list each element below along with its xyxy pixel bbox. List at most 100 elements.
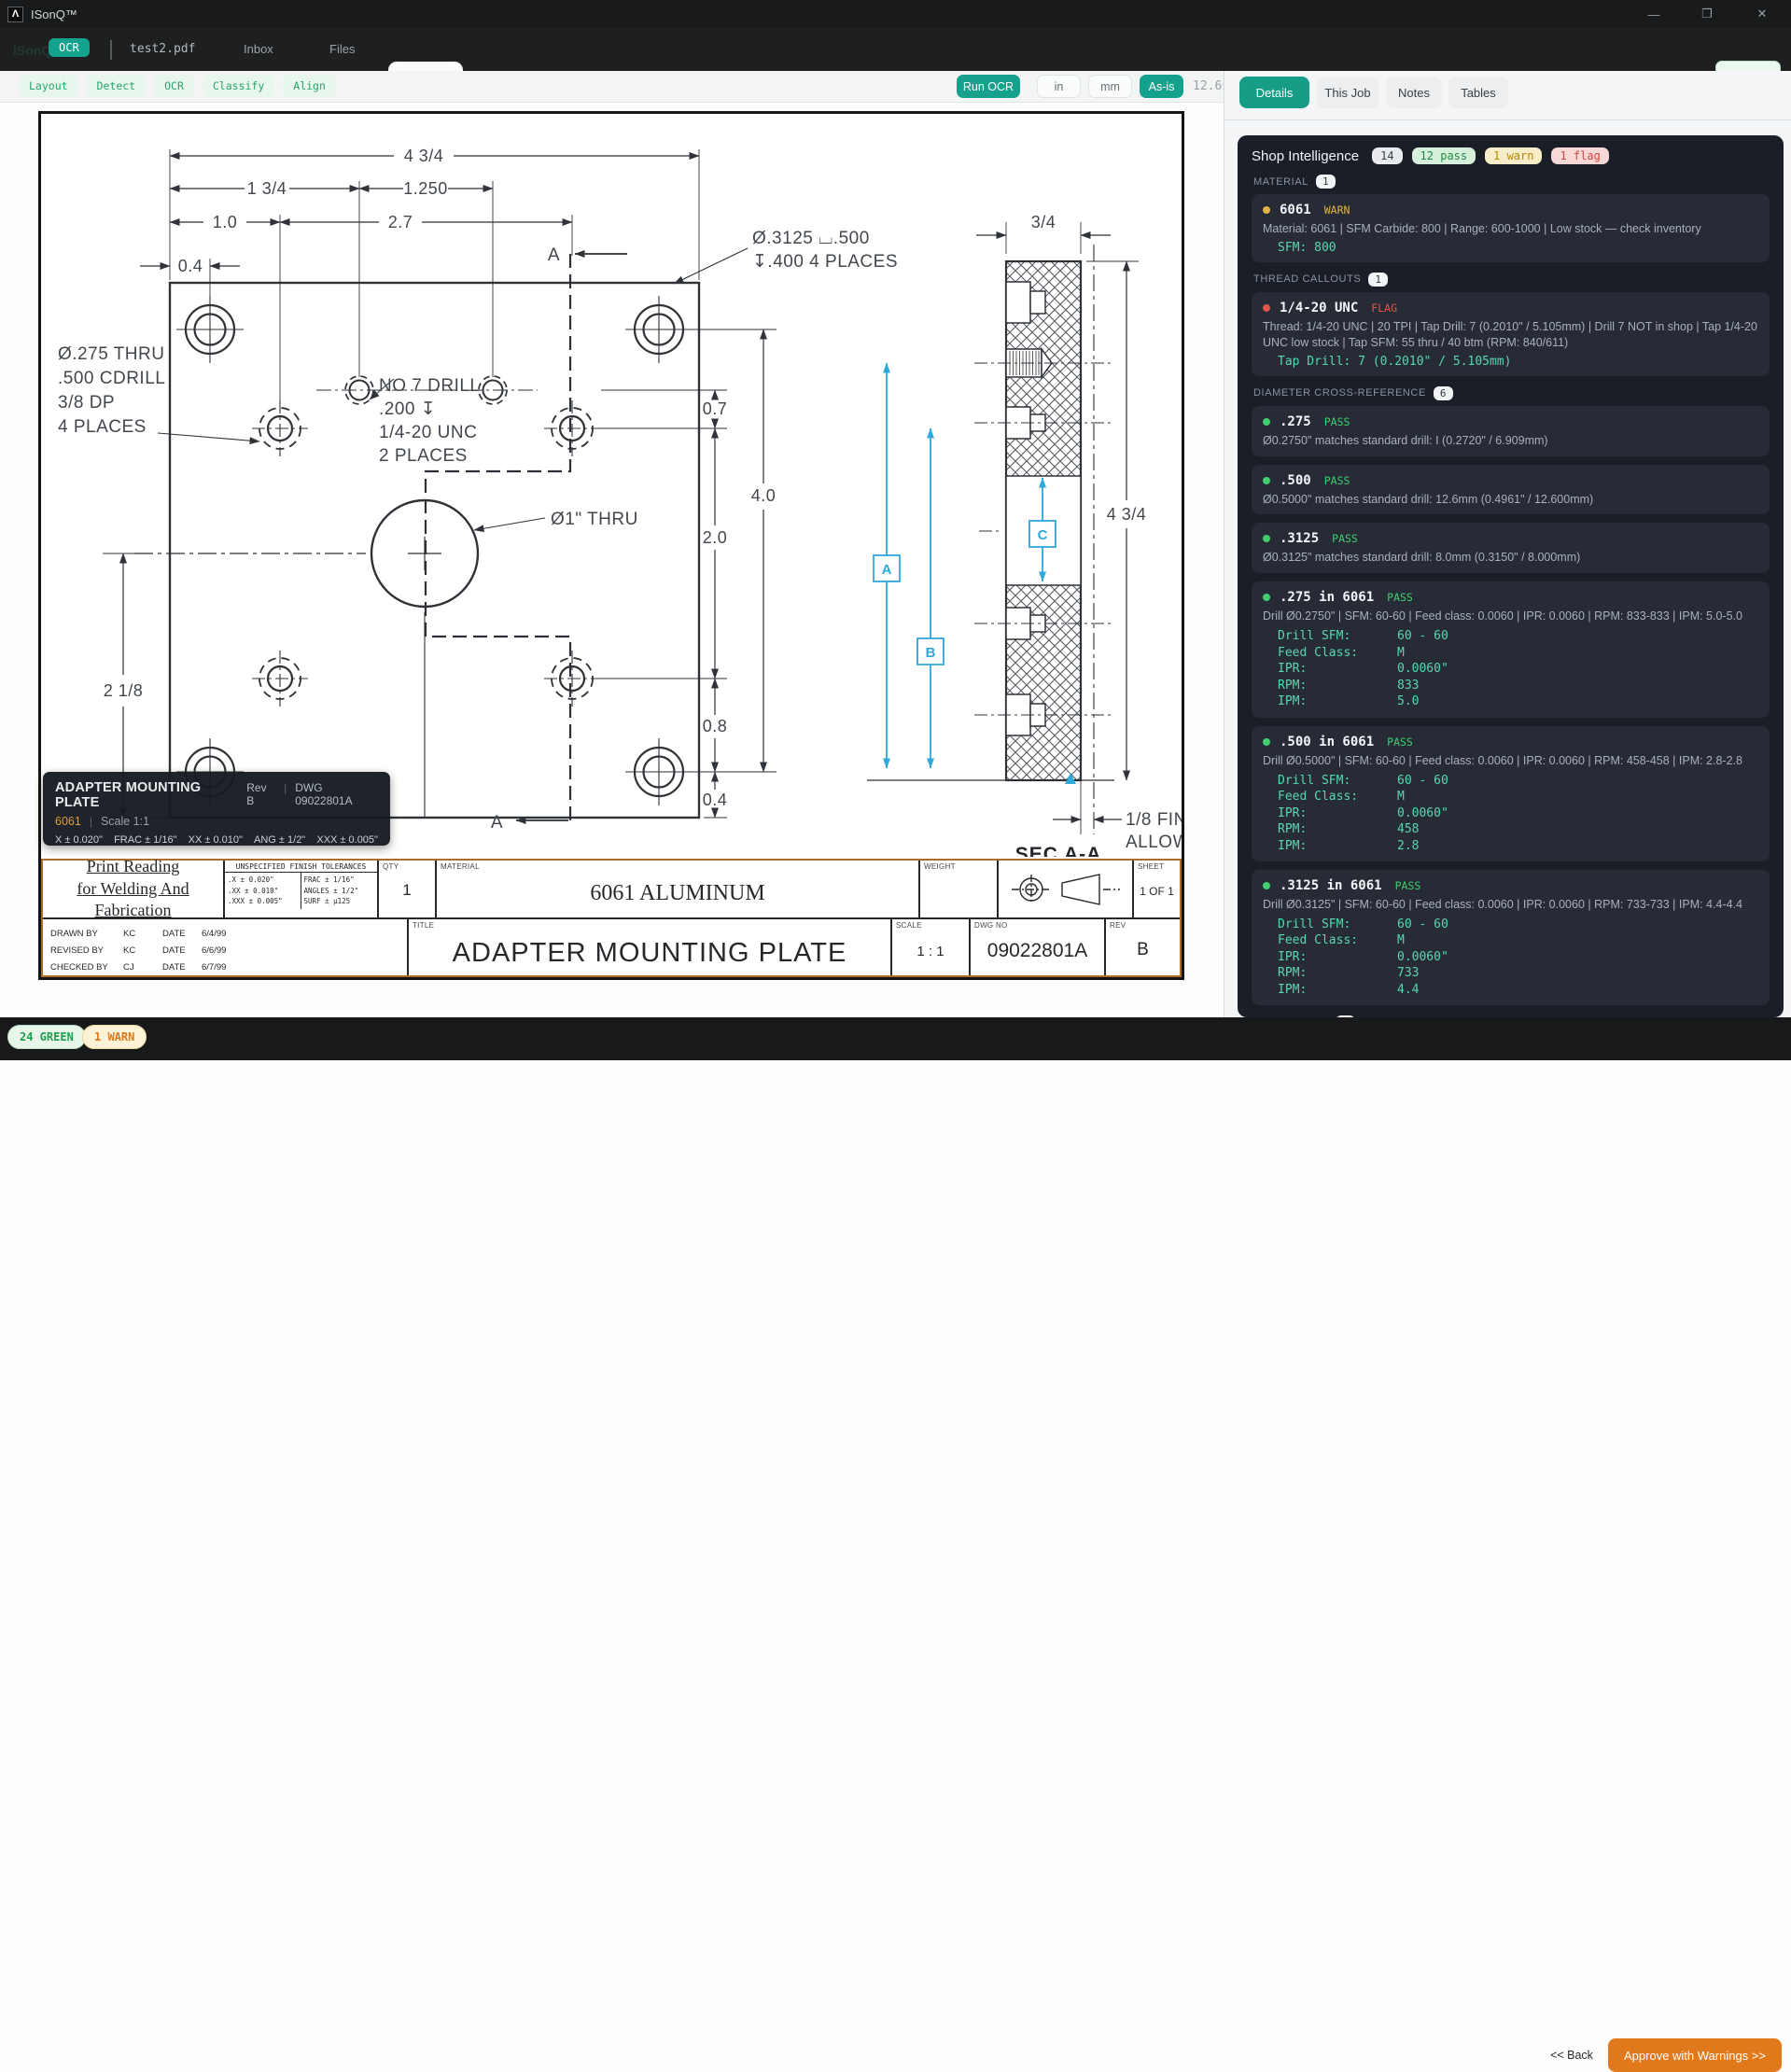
pass-dot-icon (1263, 738, 1270, 746)
svg-text:↧.400 4 PLACES: ↧.400 4 PLACES (752, 252, 898, 272)
engineering-drawing: A A (41, 114, 1182, 857)
dim-0-7: 0.7 (703, 399, 728, 418)
tab-files[interactable]: Files (329, 42, 355, 56)
dimension-lines (123, 156, 1126, 819)
as-is-button[interactable]: As-is (1140, 75, 1183, 98)
dim-1-3-4: 1 3/4 (247, 179, 287, 198)
note-thru: Ø1" THRU (551, 510, 638, 529)
warn-count-pill: 1 WARN (82, 1025, 147, 1049)
card-title: Shop Intelligence (1252, 148, 1359, 164)
drawing-info-tooltip: ADAPTER MOUNTING PLATE Rev B | DWG 09022… (43, 772, 390, 846)
intel-item-material[interactable]: 6061 WARN Material: 6061 | SFM Carbide: … (1252, 194, 1770, 262)
tooltip-scale: Scale 1:1 (101, 815, 149, 828)
signoff-cell: DRAWN BYKCDATE6/4/99 REVISED BYKCDATE6/6… (43, 919, 409, 975)
status-bar: 24 GREEN 1 WARN << Back Approve with War… (0, 1017, 1791, 1060)
mode-layout[interactable]: Layout (19, 75, 78, 97)
back-button[interactable]: << Back (1542, 2038, 1602, 2072)
app-title: ISonQ™ (31, 7, 77, 21)
tab-notes[interactable]: Notes (1386, 77, 1442, 108)
title-block: Print Reading for Welding And Fabricatio… (41, 859, 1182, 977)
svg-text:4 PLACES: 4 PLACES (58, 417, 147, 437)
flag-badge: 1 flag (1551, 147, 1608, 164)
drawing-canvas[interactable]: A A (38, 111, 1184, 980)
dimension-labels: 4 3/4 1 3/4 1.250 1.0 2.7 0.4 0.7 4.0 2.… (104, 147, 1147, 809)
app-name-ghost: ISonQ (13, 43, 51, 58)
shop-intelligence-card: Shop Intelligence 14 12 pass 1 warn 1 fl… (1238, 135, 1784, 1017)
pass-dot-icon (1263, 594, 1270, 601)
tab-tables[interactable]: Tables (1448, 77, 1508, 108)
tooltip-dwg: DWG 09022801A (295, 781, 378, 807)
pass-dot-icon (1263, 882, 1270, 889)
rev-cell: REV B (1106, 919, 1180, 975)
tolerance-cell: UNSPECIFIED FINISH TOLERANCES .X ± 0.020… (225, 861, 379, 917)
intel-item-thread[interactable]: 1/4-20 UNC FLAG Thread: 1/4-20 UNC | 20 … (1252, 292, 1770, 376)
pass-dot-icon (1263, 418, 1270, 426)
dim-0-8: 0.8 (703, 717, 728, 735)
section-arrow-label-bottom: A (491, 813, 503, 833)
tab-inbox[interactable]: Inbox (244, 42, 273, 56)
marker-c: C (1038, 527, 1048, 543)
dim-1250: 1.250 (403, 179, 448, 198)
tab-details[interactable]: Details (1239, 77, 1309, 108)
intel-item-500[interactable]: .500 PASS Ø0.5000" matches standard dril… (1252, 465, 1770, 515)
maximize-icon[interactable]: ❐ (1693, 4, 1721, 24)
tab-this-job[interactable]: This Job (1316, 77, 1379, 108)
run-ocr-button[interactable]: Run OCR (957, 75, 1020, 98)
details-panel: Details This Job Notes Tables Shop Intel… (1224, 71, 1791, 1017)
card-header: Shop Intelligence 14 12 pass 1 warn 1 fl… (1252, 147, 1770, 164)
sheet-cell: SHEET 1 OF 1 (1134, 861, 1180, 917)
dim-2-0: 2.0 (703, 528, 728, 547)
section-thread-callouts: THREAD CALLOUTS 1 (1253, 273, 1768, 287)
app-logo-icon: Λ (7, 7, 23, 22)
intel-item-275-6061[interactable]: .275 in 6061 PASS Drill Ø0.2750" | SFM: … (1252, 581, 1770, 717)
dim-1-0: 1.0 (213, 213, 238, 231)
svg-text:2 PLACES: 2 PLACES (379, 446, 468, 466)
ocr-mode-badge: OCR (49, 38, 90, 57)
unit-mm-button[interactable]: mm (1088, 75, 1132, 98)
minimize-icon[interactable]: — (1640, 4, 1668, 24)
section-diameter-xref: DIAMETER CROSS-REFERENCE 6 (1253, 386, 1768, 400)
intel-item-3125[interactable]: .3125 PASS Ø0.3125" matches standard dri… (1252, 523, 1770, 573)
warn-dot-icon (1263, 206, 1270, 214)
mode-ocr[interactable]: OCR (154, 75, 194, 97)
window-titlebar: Λ ISonQ™ — ❐ ✕ (0, 0, 1791, 28)
dim-sec-height: 4 3/4 (1107, 505, 1147, 524)
dim-2-7: 2.7 (388, 213, 413, 231)
org-cell: Print Reading for Welding And Fabricatio… (43, 861, 225, 917)
projection-cell (999, 861, 1134, 917)
dwg-no-cell: DWG NO 09022801A (971, 919, 1106, 975)
unit-in-button[interactable]: in (1037, 75, 1081, 98)
projection-symbol-icon (1010, 871, 1122, 908)
tooltip-tolerances: X ± 0.020" FRAC ± 1/16" XX ± 0.010" ANG … (55, 834, 378, 846)
tab-file[interactable]: test2.pdf (130, 42, 195, 56)
dim-total-width: 4 3/4 (404, 147, 444, 165)
intel-item-275[interactable]: .275 PASS Ø0.2750" matches standard dril… (1252, 406, 1770, 456)
warn-badge: 1 warn (1485, 147, 1542, 164)
section-title: SEC A-A (1015, 844, 1102, 857)
plate-front-view (134, 283, 699, 818)
marker-b: B (926, 645, 936, 661)
mode-align[interactable]: Align (283, 75, 336, 97)
section-arrow-label-top: A (548, 245, 560, 265)
mode-pills: Layout Detect OCR Classify Align (19, 75, 336, 97)
mode-detect[interactable]: Detect (87, 75, 147, 97)
drawing-number: 09022801A (971, 940, 1104, 962)
pass-badge: 12 pass (1412, 147, 1476, 164)
tab-divider (110, 40, 112, 60)
extension-lines (103, 149, 1139, 834)
close-icon[interactable]: ✕ (1748, 4, 1776, 24)
approve-with-warnings-button[interactable]: Approve with Warnings >> (1608, 2038, 1782, 2072)
intel-item-500-6061[interactable]: .500 in 6061 PASS Drill Ø0.5000" | SFM: … (1252, 726, 1770, 861)
pass-dot-icon (1263, 535, 1270, 542)
section-material: MATERIAL 1 (1253, 175, 1768, 189)
dim-0-4-bottom: 0.4 (703, 791, 728, 809)
marker-a: A (882, 562, 892, 578)
svg-text:ALLOW: ALLOW (1126, 833, 1182, 852)
intel-item-3125-6061[interactable]: .3125 in 6061 PASS Drill Ø0.3125" | SFM:… (1252, 870, 1770, 1005)
mode-classify[interactable]: Classify (203, 75, 274, 97)
svg-text:.200 ↧: .200 ↧ (379, 399, 436, 419)
dim-sec-width: 3/4 (1031, 213, 1056, 231)
dim-2-1-8: 2 1/8 (104, 681, 144, 700)
material-cell: MATERIAL 6061 ALUMINUM (437, 861, 920, 917)
panel-divider (1224, 119, 1791, 120)
